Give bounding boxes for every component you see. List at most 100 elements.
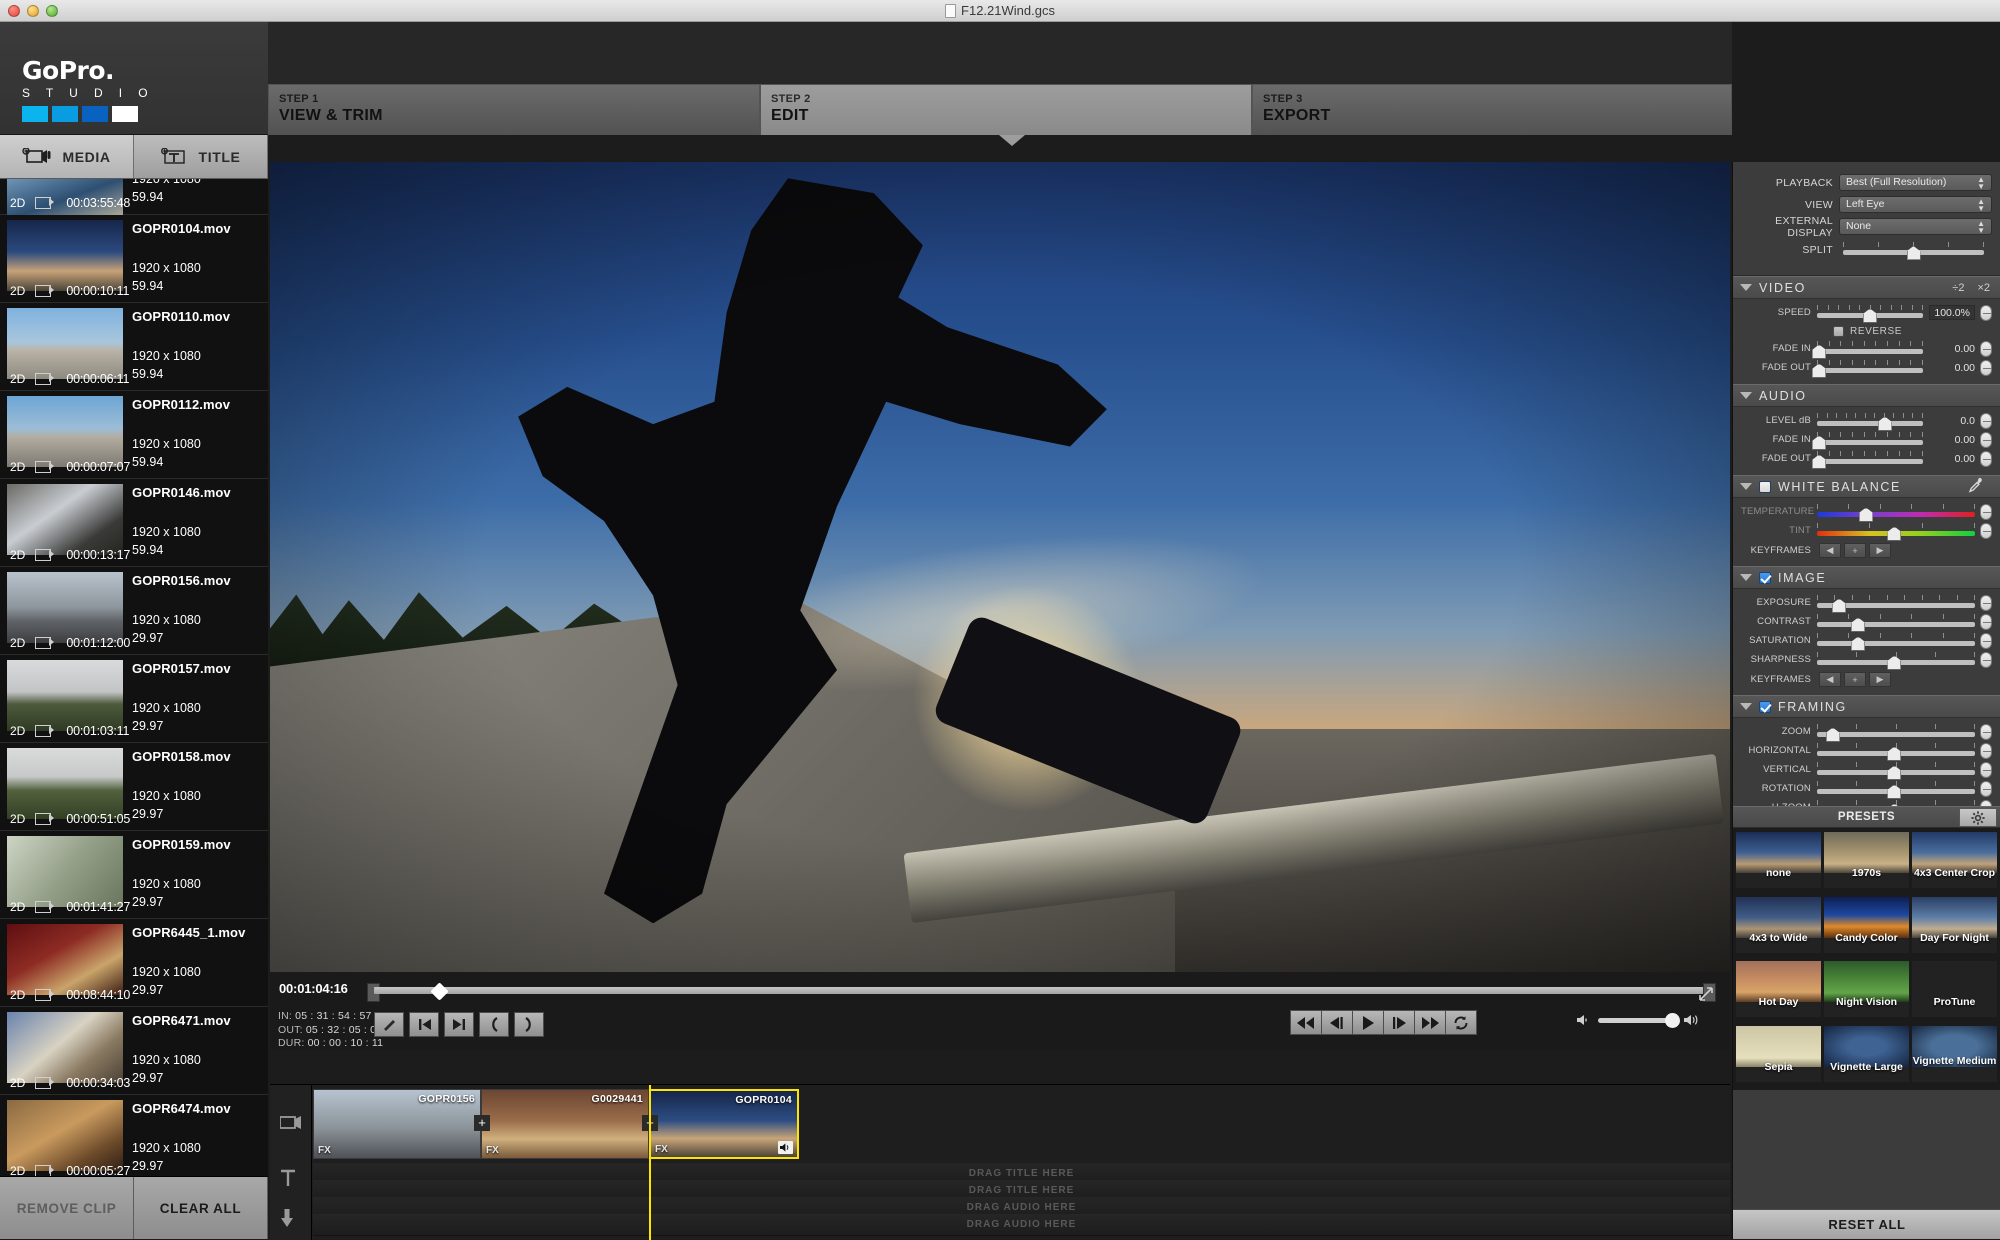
saturation-stepper[interactable] xyxy=(1980,632,1992,649)
slider-knob[interactable] xyxy=(1812,363,1827,378)
video-fade-in-value[interactable]: 0.00 xyxy=(1929,343,1975,355)
scrub-track[interactable] xyxy=(374,987,1706,994)
slider-knob[interactable] xyxy=(1887,526,1902,541)
list-item[interactable]: GOPR0159.mov 1920 x 1080 29.97 2D 00:01:… xyxy=(0,831,268,919)
section-header-white-balance[interactable]: WHITE BALANCE xyxy=(1733,475,2000,498)
audio-level-slider[interactable] xyxy=(1817,412,1923,431)
temperature-slider[interactable] xyxy=(1817,503,1975,522)
audio-level-value[interactable]: 0.0 xyxy=(1929,415,1975,427)
preset-item[interactable]: none xyxy=(1736,832,1821,888)
fast-forward-icon[interactable] xyxy=(1414,1010,1446,1035)
scrub-playhead-handle[interactable] xyxy=(430,982,449,1001)
slider-knob[interactable] xyxy=(1863,308,1877,323)
maximize-button[interactable] xyxy=(46,5,58,17)
audio-fade-out-slider[interactable] xyxy=(1812,450,1923,469)
slider-knob[interactable] xyxy=(1906,246,1921,260)
slider-knob[interactable] xyxy=(1887,655,1902,670)
section-header-framing[interactable]: FRAMING xyxy=(1733,695,2000,718)
sharpness-stepper[interactable] xyxy=(1980,651,1992,668)
zoom-slider[interactable] xyxy=(1817,723,1975,742)
horizontal-stepper[interactable] xyxy=(1980,742,1992,759)
step-forward-icon[interactable] xyxy=(1383,1010,1415,1035)
disclosure-triangle-icon[interactable] xyxy=(1740,483,1752,490)
speed-divide-2-button[interactable]: ÷2 xyxy=(1952,282,1964,294)
media-clip-list[interactable]: 1920 x 1080 59.94 2D 00:03:55:48 GOPR010… xyxy=(0,179,268,1176)
exposure-stepper[interactable] xyxy=(1980,594,1992,611)
section-header-video[interactable]: VIDEO ÷2 ×2 xyxy=(1733,276,2000,299)
exposure-slider[interactable] xyxy=(1817,594,1975,613)
split-icon[interactable] xyxy=(374,1012,404,1037)
external-display-select[interactable]: None ▲ ▼ xyxy=(1839,218,1992,235)
list-item[interactable]: GOPR0146.mov 1920 x 1080 59.94 2D 00:00:… xyxy=(0,479,268,567)
reverse-checkbox[interactable] xyxy=(1833,326,1844,337)
slider-knob[interactable] xyxy=(1812,435,1827,450)
remove-clip-button[interactable]: REMOVE CLIP xyxy=(0,1177,134,1239)
preset-item[interactable]: ProTune xyxy=(1912,961,1997,1017)
minimize-button[interactable] xyxy=(27,5,39,17)
list-item[interactable]: GOPR6445_1.mov 1920 x 1080 29.97 2D 00:0… xyxy=(0,919,268,1007)
tab-step-1-view-trim[interactable]: STEP 1 VIEW & TRIM xyxy=(268,84,760,135)
video-fade-in-stepper[interactable] xyxy=(1980,340,1992,357)
keyframe-add-button[interactable]: + xyxy=(1844,543,1866,558)
volume-slider[interactable] xyxy=(1598,1012,1680,1028)
tint-stepper[interactable] xyxy=(1980,522,1992,539)
audio-fade-in-slider[interactable] xyxy=(1812,431,1923,450)
trim-right-icon[interactable] xyxy=(514,1012,544,1037)
mark-out-icon[interactable] xyxy=(444,1012,474,1037)
step-back-icon[interactable] xyxy=(1321,1010,1353,1035)
video-track[interactable]: GOPR0156 FX + G0029441 FX + GOPR0104 FX xyxy=(313,1089,1730,1159)
volume-knob[interactable] xyxy=(1665,1012,1680,1028)
list-item[interactable]: GOPR0156.mov 1920 x 1080 29.97 2D 00:01:… xyxy=(0,567,268,655)
speed-stepper[interactable] xyxy=(1980,304,1992,321)
timeline-playhead[interactable] xyxy=(649,1085,651,1240)
vertical-stepper[interactable] xyxy=(1980,761,1992,778)
eyedropper-icon[interactable] xyxy=(1968,477,1984,496)
disclosure-triangle-icon[interactable] xyxy=(1740,574,1752,581)
list-item[interactable]: GOPR0104.mov 1920 x 1080 59.94 2D 00:00:… xyxy=(0,215,268,303)
keyframe-add-button[interactable]: + xyxy=(1844,672,1866,687)
audio-fade-in-value[interactable]: 0.00 xyxy=(1929,434,1975,446)
presets-grid[interactable]: none 1970s 4x3 Center Crop 4x3 to Wide C… xyxy=(1733,828,2000,1090)
slider-knob[interactable] xyxy=(1812,344,1827,359)
zoom-stepper[interactable] xyxy=(1980,723,1992,740)
section-header-image[interactable]: IMAGE xyxy=(1733,566,2000,589)
audio-fade-in-stepper[interactable] xyxy=(1980,431,1992,448)
close-button[interactable] xyxy=(8,5,20,17)
trim-left-icon[interactable] xyxy=(479,1012,509,1037)
tab-step-2-edit[interactable]: STEP 2 EDIT xyxy=(760,84,1252,135)
list-item[interactable]: GOPR0112.mov 1920 x 1080 59.94 2D 00:00:… xyxy=(0,391,268,479)
preset-item[interactable]: Candy Color xyxy=(1824,896,1909,953)
slider-knob[interactable] xyxy=(1825,727,1840,742)
list-item[interactable]: GOPR6474.mov 1920 x 1080 29.97 2D 00:00:… xyxy=(0,1095,268,1176)
preset-item[interactable]: Night Vision xyxy=(1824,961,1909,1017)
split-slider[interactable] xyxy=(1843,242,1984,260)
framing-checkbox[interactable] xyxy=(1759,700,1771,713)
speed-slider[interactable] xyxy=(1817,304,1923,323)
slider-knob[interactable] xyxy=(1887,746,1902,761)
audio-fade-out-value[interactable]: 0.00 xyxy=(1929,453,1975,465)
audio-level-stepper[interactable] xyxy=(1980,412,1992,429)
slider-knob[interactable] xyxy=(1858,507,1873,522)
audio-fade-out-stepper[interactable] xyxy=(1980,450,1992,467)
keyframe-next-button[interactable]: ▶ xyxy=(1869,543,1891,558)
slider-knob[interactable] xyxy=(1877,416,1892,431)
audio-drop-row-2[interactable]: DRAG AUDIO HERE xyxy=(313,1214,1730,1236)
mark-in-icon[interactable] xyxy=(409,1012,439,1037)
clear-all-button[interactable]: CLEAR ALL xyxy=(134,1177,268,1239)
temperature-stepper[interactable] xyxy=(1980,503,1992,520)
saturation-slider[interactable] xyxy=(1817,632,1975,651)
list-item[interactable]: GOPR0158.mov 1920 x 1080 29.97 2D 00:00:… xyxy=(0,743,268,831)
tint-slider[interactable] xyxy=(1817,522,1975,541)
video-fade-out-stepper[interactable] xyxy=(1980,359,1992,376)
preset-item[interactable]: Vignette Large xyxy=(1824,1025,1909,1082)
contrast-slider[interactable] xyxy=(1817,613,1975,632)
tab-step-3-export[interactable]: STEP 3 EXPORT xyxy=(1252,84,1732,135)
keyframe-prev-button[interactable]: ◀ xyxy=(1819,672,1841,687)
slider-knob[interactable] xyxy=(1887,784,1902,799)
vertical-slider[interactable] xyxy=(1817,761,1975,780)
disclosure-triangle-icon[interactable] xyxy=(1740,392,1752,399)
fullscreen-icon[interactable] xyxy=(1698,986,1714,1006)
image-checkbox[interactable] xyxy=(1759,571,1771,584)
list-item[interactable]: GOPR0157.mov 1920 x 1080 29.97 2D 00:01:… xyxy=(0,655,268,743)
slider-knob[interactable] xyxy=(1812,454,1827,469)
